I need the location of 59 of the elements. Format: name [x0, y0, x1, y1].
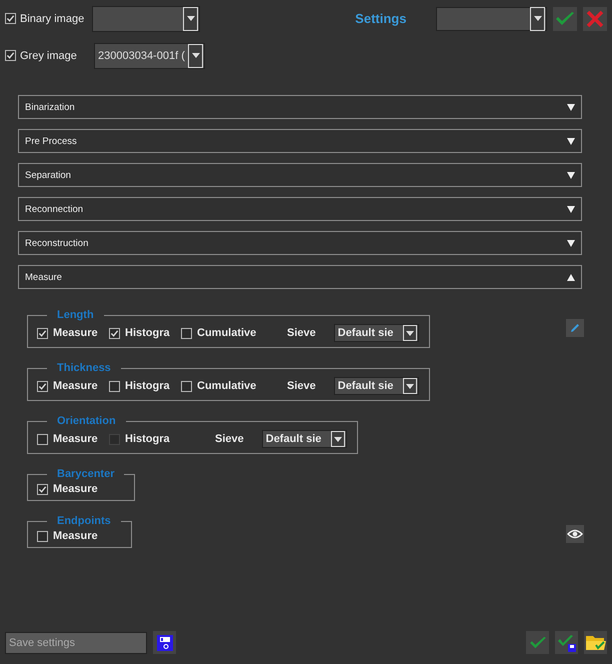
sieve-select[interactable]: Default sie [262, 430, 347, 448]
check-save-icon[interactable] [555, 631, 578, 654]
checkbox-label: Measure [53, 530, 98, 542]
confirm-button[interactable] [553, 6, 577, 30]
section-header[interactable]: Separation [18, 163, 582, 187]
save-settings-field[interactable]: Save settings [5, 632, 147, 654]
checkbox[interactable] [181, 380, 192, 392]
sieve-label: Sieve [287, 327, 316, 339]
sieve-label: Sieve [287, 380, 316, 392]
caret-icon[interactable] [534, 16, 542, 21]
section-header[interactable]: Measure [18, 265, 582, 289]
checkbox[interactable] [5, 50, 16, 61]
image-select[interactable]: 230003034-001f ( [94, 42, 205, 68]
caret-icon[interactable] [192, 53, 200, 58]
sieve-select[interactable]: Default sie [334, 377, 419, 395]
checkbox[interactable] [109, 380, 120, 392]
eye-icon[interactable] [566, 525, 584, 543]
checkbox[interactable] [37, 328, 48, 338]
checkbox-label: Histogra [125, 327, 170, 339]
settings-title: Settings [355, 11, 408, 26]
caret-icon[interactable] [406, 384, 414, 388]
checkbox[interactable] [37, 434, 48, 444]
caret-icon[interactable] [334, 436, 342, 442]
group-title: Barycenter [56, 468, 116, 480]
settings-select[interactable] [436, 6, 547, 30]
checkbox[interactable] [5, 13, 16, 24]
checkbox-label: Cumulative [197, 380, 256, 392]
pencil-icon[interactable] [566, 319, 584, 337]
checkbox[interactable] [109, 328, 120, 338]
group-title: Length [56, 309, 95, 321]
image-label: Grey image [20, 50, 78, 62]
checkbox-label: Measure [53, 380, 98, 392]
close-button[interactable] [583, 6, 607, 30]
section-header[interactable]: Binarization [18, 95, 582, 119]
section-header[interactable]: Reconnection [18, 197, 582, 221]
section-header[interactable]: Reconstruction [18, 231, 582, 255]
group-title: Endpoints [56, 515, 112, 527]
checkbox-label: Measure [53, 483, 98, 495]
checkbox-label: Histogra [125, 380, 170, 392]
group-title: Thickness [56, 362, 112, 374]
folder-icon[interactable] [584, 631, 607, 654]
image-label: Binary image [20, 12, 86, 24]
checkbox-label: Histogra [125, 433, 170, 445]
checkbox[interactable] [181, 328, 192, 338]
group-title: Orientation [56, 415, 117, 427]
sieve-label: Sieve [215, 433, 244, 445]
checkbox[interactable] [37, 484, 48, 494]
checkbox-label: Cumulative [197, 327, 256, 339]
caret-icon[interactable] [406, 330, 414, 336]
checkbox-label: Measure [53, 433, 98, 445]
check-icon[interactable] [526, 631, 549, 654]
image-select[interactable] [92, 6, 200, 32]
checkbox-label: Measure [53, 327, 98, 339]
checkbox[interactable] [37, 530, 48, 542]
caret-icon[interactable] [186, 16, 195, 21]
sieve-select[interactable]: Default sie [334, 324, 419, 342]
checkbox[interactable] [37, 380, 48, 392]
save-icon[interactable] [153, 631, 176, 654]
section-header[interactable]: Pre Process [18, 129, 582, 153]
